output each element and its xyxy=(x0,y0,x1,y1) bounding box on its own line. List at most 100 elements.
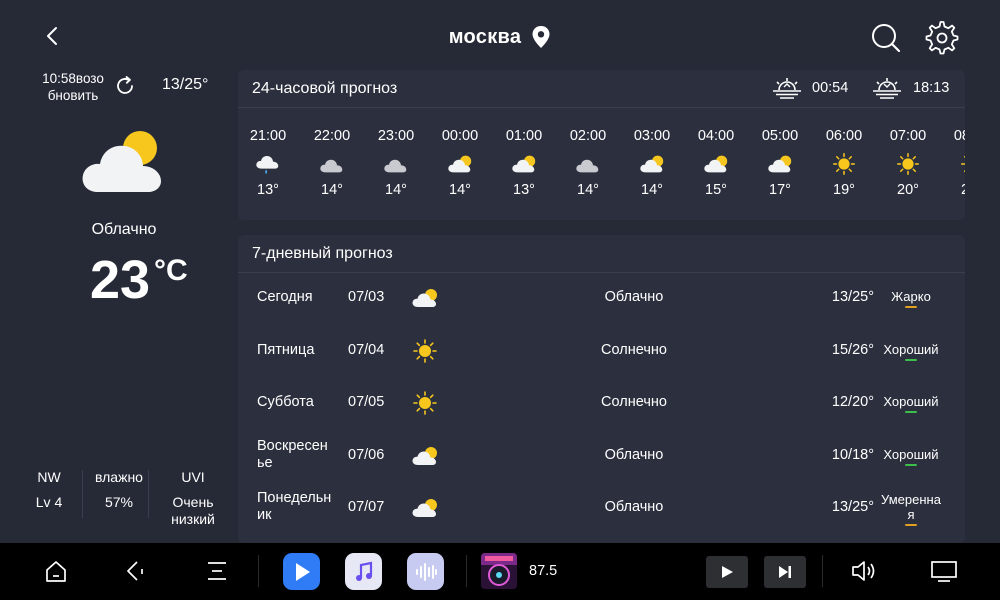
day-date: 07/04 xyxy=(348,341,385,358)
temperature-unit: °C xyxy=(154,254,188,287)
next-track-button[interactable] xyxy=(764,556,806,588)
hour-item: 23:00 14° xyxy=(364,128,428,198)
chevron-left-icon xyxy=(47,27,57,45)
hour-time: 04:00 xyxy=(697,128,735,144)
hour-time: 08:00 xyxy=(953,128,965,144)
screen-button[interactable] xyxy=(927,554,961,588)
hour-time: 22:00 xyxy=(313,128,351,144)
hour-time: 03:00 xyxy=(633,128,671,144)
hour-temp: 14° xyxy=(577,182,599,198)
hour-temp: 22° xyxy=(940,182,965,198)
refresh-button[interactable] xyxy=(113,74,137,98)
hour-temp: 14° xyxy=(321,182,343,198)
hour-item: 21:00 13° xyxy=(238,128,300,198)
hourly-list[interactable]: 21:00 13° 22:00 14° 23:00 14° 00:00 14° 01:00 13°… xyxy=(238,128,965,208)
sun-icon xyxy=(413,338,437,363)
partly-cloudy-icon xyxy=(412,499,437,517)
video-player-icon xyxy=(295,562,310,581)
day-temp-range: 15/26° xyxy=(831,341,874,358)
hour-temp: 13° xyxy=(513,182,535,198)
sunset-icon xyxy=(873,78,901,99)
volume-icon xyxy=(852,561,875,581)
home-button[interactable] xyxy=(39,554,73,588)
day-condition: Солнечно xyxy=(601,341,667,358)
air-quality-label: Хороший xyxy=(883,341,939,357)
dock-divider xyxy=(258,555,259,587)
back-button[interactable] xyxy=(38,22,66,50)
partly-cloudy-icon xyxy=(448,155,472,173)
uvi-label: UVI xyxy=(181,469,205,485)
voice-app-button[interactable] xyxy=(407,553,444,590)
music-app-icon xyxy=(355,561,372,581)
hour-temp: 19° xyxy=(833,182,855,198)
search-button[interactable] xyxy=(868,20,904,56)
air-quality: Жарко xyxy=(878,289,944,308)
play-button[interactable] xyxy=(706,556,748,588)
hour-temp: 15° xyxy=(705,182,727,198)
day-date: 07/03 xyxy=(348,289,385,305)
air-quality: Умеренная xyxy=(881,492,941,526)
air-quality: Хороший xyxy=(878,342,944,361)
radio-cover-icon xyxy=(481,553,517,589)
menu-button[interactable] xyxy=(200,554,234,588)
cloud-rain-icon xyxy=(256,156,279,174)
hour-item: 00:00 14° xyxy=(428,128,492,198)
next-track-icon xyxy=(779,566,791,578)
humidity-label: влажно xyxy=(95,469,143,485)
hour-temp: 14° xyxy=(449,182,471,198)
hour-item: 22:00 14° xyxy=(300,128,364,198)
day-temp-range: 13/25° xyxy=(831,499,874,515)
day-condition: Облачно xyxy=(604,446,664,463)
play-icon xyxy=(722,566,733,578)
today-temp-range: 13/25° xyxy=(162,76,209,93)
daily-forecast-card[interactable]: 7-дневный прогноз Сегодня 07/03 Облачно 13/… xyxy=(238,235,965,543)
hour-item: 01:00 13° xyxy=(492,128,556,198)
day-temp-range: 10/18° xyxy=(831,446,874,463)
day-condition: Облачно xyxy=(604,289,664,305)
air-quality-label: Умеренная xyxy=(881,492,941,522)
partly-cloudy-icon xyxy=(412,289,437,307)
sun-icon xyxy=(413,391,437,415)
cloud-icon xyxy=(320,159,343,173)
sun-icon xyxy=(960,155,965,173)
day-row[interactable]: Суббота 07/05 Солнечно 12/20° Хороший xyxy=(238,378,965,430)
hour-item: 02:00 14° xyxy=(556,128,620,198)
hour-item: 08:00 22° xyxy=(940,128,965,198)
partly-cloudy-icon xyxy=(82,131,161,192)
cloud-icon xyxy=(576,159,599,173)
day-name: Пятница xyxy=(257,341,315,358)
music-app-button[interactable] xyxy=(345,553,382,590)
menu-icon xyxy=(208,562,226,580)
hour-time: 06:00 xyxy=(825,128,863,144)
stat-divider xyxy=(148,470,149,518)
hourly-forecast-card[interactable]: 24-часовой прогноз 00:54 18:13 21:00 13° 2… xyxy=(238,70,965,220)
hour-time: 07:00 xyxy=(889,128,927,144)
map-pin-icon[interactable] xyxy=(531,25,551,49)
refresh-icon xyxy=(117,76,133,94)
city-name[interactable]: москва xyxy=(449,26,522,49)
day-row[interactable]: Сегодня 07/03 Облачно 13/25° Жарко xyxy=(238,273,965,325)
stat-divider xyxy=(82,470,83,518)
air-quality-indicator xyxy=(905,306,917,308)
humidity-value: 57% xyxy=(104,494,134,510)
hour-temp: 14° xyxy=(641,182,663,198)
day-row[interactable]: Понедельник 07/07 Облачно 13/25° Умеренная xyxy=(238,483,965,535)
day-date: 07/06 xyxy=(348,446,385,463)
day-row[interactable]: Пятница 07/04 Солнечно 15/26° Хороший xyxy=(238,326,965,378)
video-app-button[interactable] xyxy=(283,553,320,590)
uvi-value: Очень низкий xyxy=(171,494,215,527)
bottom-dock: 87.5 xyxy=(0,543,1000,600)
day-row[interactable]: Воскресенье 07/06 Облачно 10/18° Хороший xyxy=(238,431,965,483)
nav-back-button[interactable] xyxy=(118,554,152,588)
settings-button[interactable] xyxy=(924,20,960,56)
update-time-label: 10:58возо бновить xyxy=(42,71,104,103)
radio-cover[interactable] xyxy=(481,553,517,589)
air-quality-indicator xyxy=(905,524,917,526)
radio-frequency: 87.5 xyxy=(529,563,558,579)
hour-time: 00:00 xyxy=(441,128,479,144)
air-quality-indicator xyxy=(905,411,917,413)
day-condition: Солнечно xyxy=(601,394,667,410)
hour-time: 23:00 xyxy=(377,128,415,144)
volume-button[interactable] xyxy=(846,554,880,588)
partly-cloudy-icon xyxy=(704,155,728,173)
